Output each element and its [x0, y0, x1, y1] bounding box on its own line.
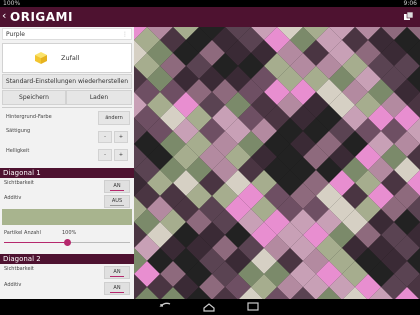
brightness-plus-button[interactable]: + [114, 149, 128, 161]
palette-select[interactable]: Purple ⋮ [2, 28, 132, 40]
origami-art-canvas[interactable] [134, 27, 420, 299]
particle-count-value: 100% [62, 230, 77, 236]
home-icon[interactable] [202, 302, 216, 312]
visibility-label: Sichtbarkeit [4, 266, 34, 272]
additive-label: Additiv [4, 195, 22, 201]
divider [2, 107, 132, 108]
clock: 9:06 [403, 0, 417, 7]
battery-level: 100% [3, 0, 21, 7]
particle-count-label: Partikel Anzahl [4, 230, 41, 236]
random-label: Zufall [61, 54, 80, 62]
navigation-bar [0, 299, 420, 315]
brightness-minus-button[interactable]: - [98, 149, 112, 161]
app-title: ORIGAMI [10, 10, 73, 24]
change-color-button[interactable]: ändern [98, 111, 130, 125]
diamond-pattern [134, 27, 420, 299]
recent-apps-icon[interactable] [246, 302, 260, 312]
section-diagonal-2: Diagonal 2 [0, 254, 134, 264]
reset-defaults-button[interactable]: Standard-Einstellungen wiederherstellen [2, 74, 132, 89]
toggle-value: AN [113, 183, 121, 189]
color-strip[interactable] [2, 209, 132, 225]
additive-toggle[interactable]: AN [104, 282, 130, 295]
background-color-label: Hintergrund-Farbe [6, 114, 52, 120]
visibility-label: Sichtbarkeit [4, 180, 34, 186]
visibility-toggle[interactable]: AN [104, 266, 130, 279]
save-button[interactable]: Speichern [2, 90, 66, 105]
dice-icon [35, 52, 47, 64]
random-button[interactable]: Zufall [2, 43, 132, 73]
back-chevron-icon[interactable]: ‹ [2, 9, 6, 22]
toggle-value: AN [113, 285, 121, 291]
origami-shape-icon[interactable] [403, 11, 414, 22]
action-bar: ‹ ORIGAMI [0, 7, 420, 27]
saturation-plus-button[interactable]: + [114, 131, 128, 143]
particle-slider-track[interactable] [4, 239, 130, 246]
saturation-minus-button[interactable]: - [98, 131, 112, 143]
additive-toggle[interactable]: AUS [104, 195, 130, 208]
toggle-value: AN [113, 269, 121, 275]
settings-panel: Purple ⋮ Zufall Standard-Einstellungen w… [0, 27, 134, 299]
toggle-value: AUS [111, 198, 123, 204]
additive-label: Additiv [4, 282, 22, 288]
section-diagonal-1: Diagonal 1 [0, 168, 134, 178]
particle-slider-thumb[interactable] [63, 239, 71, 246]
dropdown-dots-icon: ⋮ [122, 31, 128, 38]
particle-slider-fill [4, 242, 67, 243]
load-button[interactable]: Laden [66, 90, 132, 105]
saturation-label: Sättigung [6, 128, 31, 134]
visibility-toggle[interactable]: AN [104, 180, 130, 193]
status-bar: 100% 9:06 [0, 0, 420, 7]
palette-value: Purple [6, 31, 25, 38]
brightness-label: Helligkeit [6, 148, 30, 154]
back-nav-icon[interactable] [158, 302, 172, 312]
